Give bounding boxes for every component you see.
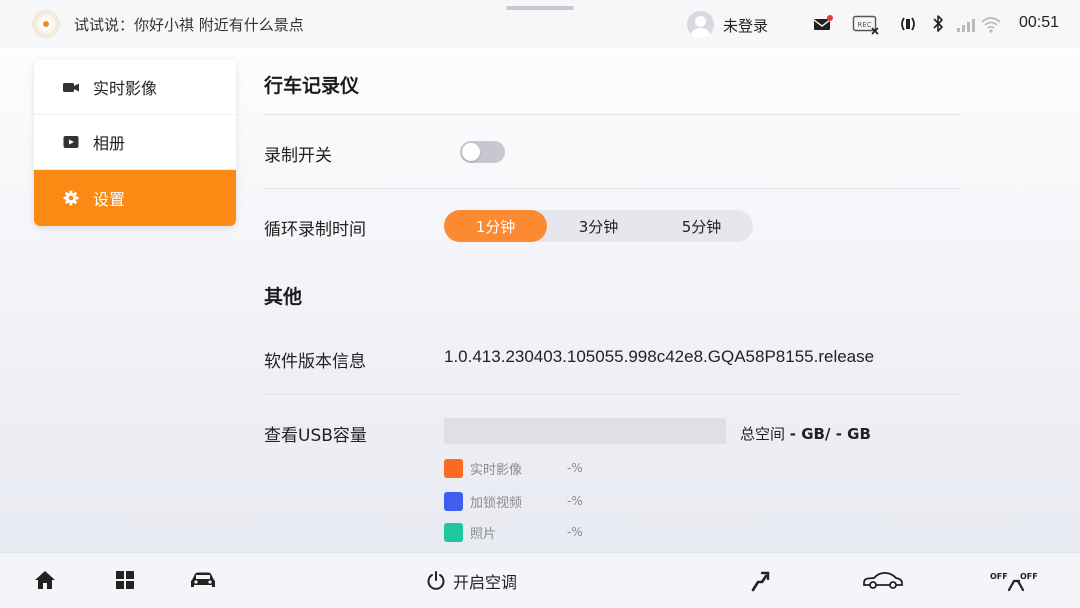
sidebar-item-album[interactable]: 相册	[34, 115, 236, 170]
section-title-dashcam: 行车记录仪	[264, 75, 360, 97]
car-icon[interactable]	[189, 569, 217, 591]
legend-value: -%	[567, 461, 583, 475]
sidebar-item-label: 相册	[93, 134, 126, 153]
usb-total-space: 总空间 - GB/ - GB	[740, 423, 871, 444]
apps-icon[interactable]	[114, 569, 136, 591]
usb-capacity-label: 查看USB容量	[264, 426, 367, 446]
gear-icon	[62, 189, 80, 207]
loop-option-1min[interactable]: 1分钟	[444, 210, 547, 242]
sidebar: 实时影像 相册 设置	[34, 60, 236, 226]
legend-item-photos: 照片 -%	[444, 522, 583, 542]
legend-label: 照片	[470, 526, 497, 542]
power-icon	[427, 571, 445, 590]
section-title-other: 其他	[264, 286, 303, 308]
legend-item-locked: 加锁视频 -%	[444, 491, 583, 511]
sidebar-item-live-view[interactable]: 实时影像	[34, 60, 236, 115]
clock: 00:51	[1019, 14, 1060, 31]
usb-total-value: - GB/ - GB	[789, 425, 871, 443]
legend-swatch	[444, 458, 463, 478]
defrost-right-label: OFF	[1020, 572, 1038, 581]
legend-item-live: 实时影像 -%	[444, 458, 583, 478]
usb-total-prefix: 总空间	[740, 425, 786, 443]
loop-option-5min[interactable]: 5分钟	[650, 210, 753, 242]
voice-assistant-icon[interactable]	[32, 10, 60, 38]
legend-label: 实时影像	[470, 462, 523, 478]
settings-panel: 行车记录仪 录制开关 循环录制时间 1分钟 3分钟 5分钟 其他 软件版本信息 …	[264, 0, 960, 548]
sidebar-item-label: 实时影像	[93, 79, 158, 98]
seat-icon[interactable]	[748, 569, 772, 593]
home-icon[interactable]	[34, 569, 56, 591]
toggle-knob	[462, 143, 480, 161]
recording-switch-label: 录制开关	[264, 146, 332, 166]
legend-value: -%	[567, 494, 583, 508]
car-side-icon[interactable]	[862, 569, 904, 591]
divider	[264, 394, 960, 395]
ac-toggle-button[interactable]: 开启空调	[425, 569, 517, 593]
camera-icon	[62, 78, 80, 96]
play-icon	[62, 133, 80, 151]
bottom-dock: 开启空调 OFF OFF	[0, 552, 1080, 608]
sidebar-item-label: 设置	[93, 190, 126, 209]
version-label: 软件版本信息	[264, 352, 366, 372]
sidebar-item-settings[interactable]: 设置	[34, 170, 236, 226]
loop-recording-label: 循环录制时间	[264, 220, 366, 240]
divider	[264, 114, 960, 115]
usb-capacity-bar	[444, 418, 726, 444]
loop-option-3min[interactable]: 3分钟	[547, 210, 650, 242]
wifi-icon	[981, 17, 1001, 33]
legend-swatch	[444, 491, 463, 511]
version-value: 1.0.413.230403.105055.998c42e8.GQA58P815…	[444, 347, 875, 366]
defrost-left-label: OFF	[990, 572, 1008, 581]
loop-duration-selector: 1分钟 3分钟 5分钟	[444, 210, 753, 242]
divider	[264, 188, 960, 189]
legend-value: -%	[567, 525, 583, 539]
legend-label: 加锁视频	[470, 495, 523, 511]
legend-swatch	[444, 522, 463, 542]
ac-label: 开启空调	[453, 573, 518, 592]
defrost-off-icon[interactable]: OFF OFF	[990, 569, 1042, 593]
recording-toggle[interactable]	[460, 141, 505, 163]
